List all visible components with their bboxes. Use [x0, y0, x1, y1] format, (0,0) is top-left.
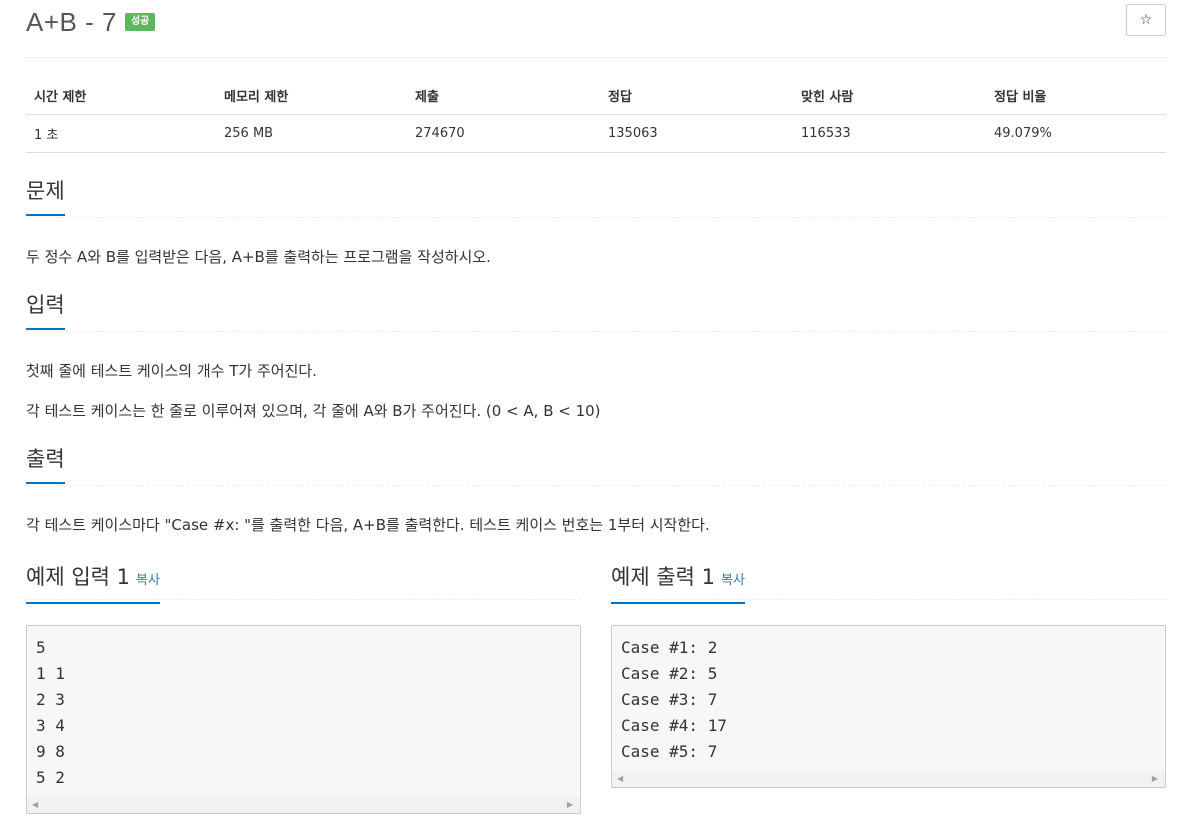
- info-header-submissions: 제출: [407, 80, 600, 115]
- info-header-solvers: 맞힌 사람: [793, 80, 986, 115]
- star-icon: ☆: [1139, 12, 1153, 28]
- info-time-limit: 1 초: [26, 114, 216, 153]
- scroll-left-icon[interactable]: ◀: [32, 800, 38, 810]
- scroll-right-icon[interactable]: ▶: [567, 800, 573, 810]
- sample-input-heading: 예제 입력 1 복사: [26, 563, 160, 604]
- sample-output-content: Case #1: 2 Case #2: 5 Case #3: 7 Case #4…: [621, 638, 727, 761]
- info-ratio: 49.079%: [986, 114, 1166, 153]
- sample-output-heading: 예제 출력 1 복사: [611, 563, 745, 604]
- sample-output-scrollbar[interactable]: ◀ ▶: [612, 771, 1165, 787]
- problem-section-header: 문제: [26, 177, 1166, 218]
- problem-description: 두 정수 A와 B를 입력받은 다음, A+B를 출력하는 프로그램을 작성하시…: [26, 248, 491, 266]
- info-header-ratio: 정답 비율: [986, 80, 1166, 115]
- output-section-header: 출력: [26, 445, 1166, 486]
- info-memory-limit: 256 MB: [216, 114, 407, 153]
- sample-input-scrollbar[interactable]: ◀ ▶: [27, 797, 580, 813]
- info-table-row: 1 초 256 MB 274670 135063 116533 49.079%: [26, 114, 1166, 153]
- sample-input-header: 예제 입력 1 복사: [26, 563, 581, 604]
- sample-input-title: 예제 입력 1: [26, 565, 130, 589]
- info-solvers: 116533: [793, 114, 986, 153]
- input-description-line-1: 첫째 줄에 테스트 케이스의 개수 T가 주어진다.: [26, 362, 317, 380]
- info-accepted: 135063: [600, 114, 793, 153]
- sample-output-box[interactable]: Case #1: 2 Case #2: 5 Case #3: 7 Case #4…: [611, 625, 1166, 788]
- status-badge: 성공: [124, 13, 156, 31]
- title-row: A+B - 7 성공: [26, 4, 156, 40]
- input-description-line-2: 각 테스트 케이스는 한 줄로 이루어져 있으며, 각 줄에 A와 B가 주어진…: [26, 402, 601, 420]
- info-table-header-row: 시간 제한 메모리 제한 제출 정답 맞힌 사람 정답 비율: [26, 80, 1166, 115]
- scroll-right-icon[interactable]: ▶: [1152, 774, 1158, 784]
- sample-output-copy-link[interactable]: 복사: [721, 573, 745, 588]
- problem-heading: 문제: [26, 177, 65, 216]
- sample-output-title: 예제 출력 1: [611, 565, 715, 589]
- info-header-time-limit: 시간 제한: [26, 80, 216, 115]
- sample-output-header: 예제 출력 1 복사: [611, 563, 1166, 604]
- star-button[interactable]: ☆: [1126, 4, 1166, 36]
- sample-input-box[interactable]: 5 1 1 2 3 3 4 9 8 5 2 ◀ ▶: [26, 625, 581, 814]
- scroll-left-icon[interactable]: ◀: [617, 774, 623, 784]
- sample-input-content: 5 1 1 2 3 3 4 9 8 5 2: [36, 638, 65, 787]
- title-divider: [26, 57, 1166, 58]
- info-header-accepted: 정답: [600, 80, 793, 115]
- input-heading: 입력: [26, 291, 65, 330]
- output-heading: 출력: [26, 445, 65, 484]
- output-description: 각 테스트 케이스마다 "Case #x: "를 출력한 다음, A+B를 출력…: [26, 516, 710, 534]
- page-title: A+B - 7: [26, 6, 117, 37]
- input-section-header: 입력: [26, 291, 1166, 332]
- info-header-memory-limit: 메모리 제한: [216, 80, 407, 115]
- problem-info-table: 시간 제한 메모리 제한 제출 정답 맞힌 사람 정답 비율 1 초 256 M…: [26, 80, 1166, 153]
- sample-input-copy-link[interactable]: 복사: [136, 573, 160, 588]
- info-submissions: 274670: [407, 114, 600, 153]
